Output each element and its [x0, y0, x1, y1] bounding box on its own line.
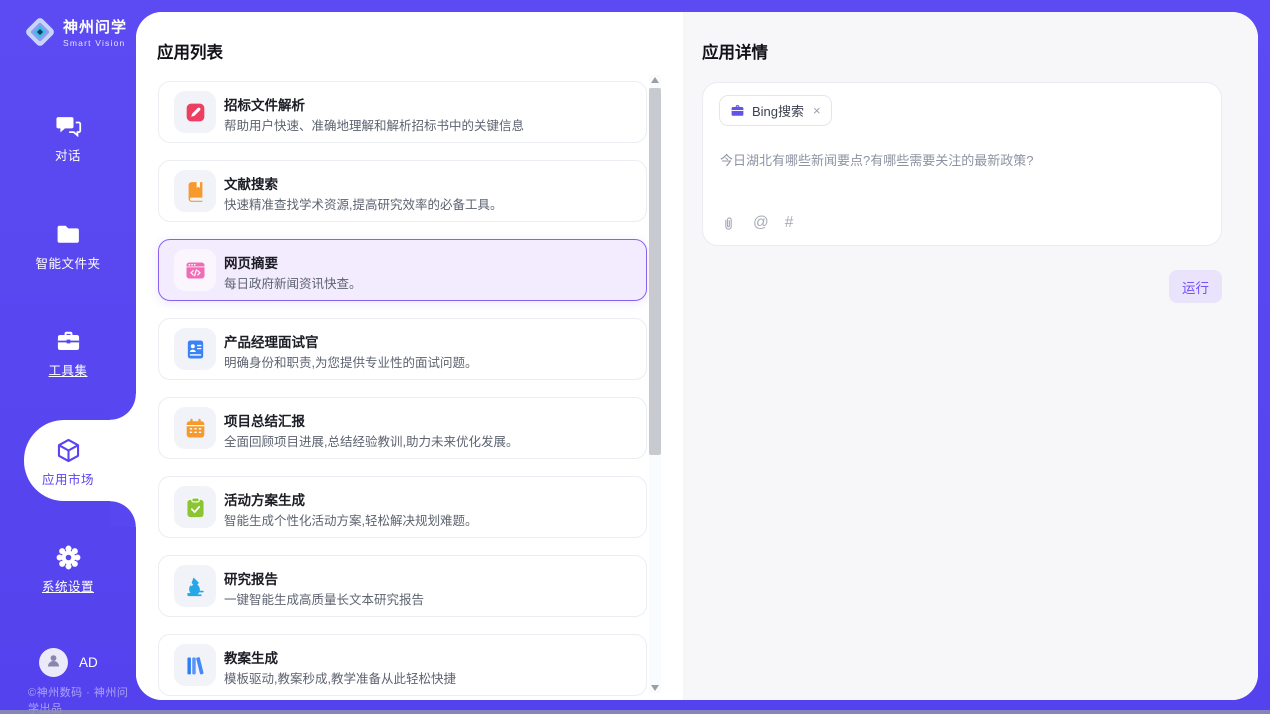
microscope-icon [174, 565, 216, 607]
app-card-title: 网页摘要 [224, 252, 278, 272]
app-card-desc: 一键智能生成高质量长文本研究报告 [224, 589, 424, 608]
app-card-title: 文献搜索 [224, 173, 278, 193]
scroll-down-button[interactable] [651, 685, 659, 691]
app-card[interactable]: 项目总结汇报全面回顾项目进展,总结经验教训,助力未来优化发展。 [158, 397, 647, 459]
chat-bubble-icon [55, 113, 82, 140]
tool-tag-close-icon[interactable]: × [813, 103, 821, 118]
app-card-title: 项目总结汇报 [224, 410, 305, 430]
clipboard-check-icon [174, 486, 216, 528]
books-icon [174, 644, 216, 686]
user-initials: AD [79, 655, 98, 670]
app-card[interactable]: 教案生成模板驱动,教案秒成,教学准备从此轻松快捷 [158, 634, 647, 696]
calendar-icon [174, 407, 216, 449]
run-button[interactable]: 运行 [1169, 270, 1222, 303]
brand-name: 神州问学 [63, 16, 127, 37]
scrollbar[interactable] [649, 75, 661, 693]
user-account[interactable]: AD [39, 648, 98, 677]
sidebar-item-toolset[interactable]: 工具集 [0, 328, 136, 379]
avatar [39, 648, 68, 677]
sidebar-item-label: 智能文件夹 [0, 253, 136, 272]
brand-logo: 神州问学 Smart Vision [22, 14, 127, 50]
toolbox-icon [55, 328, 82, 355]
app-card-desc: 智能生成个性化活动方案,轻松解决规划难题。 [224, 510, 477, 529]
sidebar-item-label: 工具集 [0, 360, 136, 379]
input-toolbar: @ # [720, 214, 793, 232]
sidebar-item-smart-folder[interactable]: 智能文件夹 [0, 221, 136, 272]
scrollbar-thumb[interactable] [649, 88, 661, 455]
app-card[interactable]: 网页摘要每日政府新闻资讯快查。 [158, 239, 647, 301]
app-card-title: 产品经理面试官 [224, 331, 319, 351]
cube-icon [55, 437, 82, 464]
hash-icon[interactable]: # [785, 214, 794, 232]
folder-icon [55, 221, 82, 248]
app-card-title: 研究报告 [224, 568, 278, 588]
app-card-desc: 帮助用户快速、准确地理解和解析招标书中的关键信息 [224, 115, 524, 134]
sidebar-item-chat[interactable]: 对话 [0, 113, 136, 164]
main-content: 应用列表 招标文件解析帮助用户快速、准确地理解和解析招标书中的关键信息文献搜索快… [136, 12, 1258, 700]
sidebar-item-label: 应用市场 [0, 469, 136, 488]
app-card-desc: 全面回顾项目进展,总结经验教训,助力未来优化发展。 [224, 431, 518, 450]
brand-subtitle: Smart Vision [63, 38, 127, 48]
resume-icon [174, 328, 216, 370]
prompt-input-card[interactable]: Bing搜索 × 今日湖北有哪些新闻要点?有哪些需要关注的最新政策? @ # [702, 82, 1222, 246]
scroll-up-button[interactable] [651, 77, 659, 83]
sidebar: 神州问学 Smart Vision 对话智能文件夹工具集应用市场系统设置 AD … [0, 0, 136, 714]
sidebar-item-app-market[interactable]: 应用市场 [0, 437, 136, 488]
window-bottom-edge [0, 710, 1270, 714]
app-card[interactable]: 活动方案生成智能生成个性化活动方案,轻松解决规划难题。 [158, 476, 647, 538]
app-detail-title: 应用详情 [702, 39, 768, 63]
app-card-desc: 明确身份和职责,为您提供专业性的面试问题。 [224, 352, 477, 371]
book-icon [174, 170, 216, 212]
doc-edit-icon [174, 91, 216, 133]
sidebar-item-label: 系统设置 [0, 576, 136, 595]
app-card[interactable]: 产品经理面试官明确身份和职责,为您提供专业性的面试问题。 [158, 318, 647, 380]
app-card-desc: 每日政府新闻资讯快查。 [224, 273, 362, 292]
tool-tag-bing-search[interactable]: Bing搜索 × [719, 95, 832, 126]
briefcase-icon [730, 103, 745, 118]
app-card-title: 活动方案生成 [224, 489, 305, 509]
app-card-desc: 模板驱动,教案秒成,教学准备从此轻松快捷 [224, 668, 456, 687]
sidebar-item-label: 对话 [0, 145, 136, 164]
app-card-title: 招标文件解析 [224, 94, 305, 114]
app-list-panel: 应用列表 招标文件解析帮助用户快速、准确地理解和解析招标书中的关键信息文献搜索快… [136, 12, 683, 700]
app-card[interactable]: 招标文件解析帮助用户快速、准确地理解和解析招标书中的关键信息 [158, 81, 647, 143]
app-detail-panel: 应用详情 Bing搜索 × 今日湖北有哪些新闻要点?有哪些需要关注的最新政策? … [683, 12, 1258, 700]
query-text[interactable]: 今日湖北有哪些新闻要点?有哪些需要关注的最新政策? [720, 151, 1200, 171]
app-card-title: 教案生成 [224, 647, 278, 667]
person-icon [45, 652, 62, 674]
app-list-title: 应用列表 [157, 39, 223, 63]
brand-diamond-icon [22, 14, 58, 50]
app-card-desc: 快速精准查找学术资源,提高研究效率的必备工具。 [224, 194, 502, 213]
gear-icon [55, 544, 82, 571]
paperclip-icon[interactable] [720, 215, 737, 232]
app-card[interactable]: 研究报告一键智能生成高质量长文本研究报告 [158, 555, 647, 617]
tool-tag-label: Bing搜索 [752, 101, 804, 120]
mention-icon[interactable]: @ [753, 214, 769, 232]
browser-code-icon [174, 249, 216, 291]
sidebar-item-system-settings[interactable]: 系统设置 [0, 544, 136, 595]
app-card[interactable]: 文献搜索快速精准查找学术资源,提高研究效率的必备工具。 [158, 160, 647, 222]
